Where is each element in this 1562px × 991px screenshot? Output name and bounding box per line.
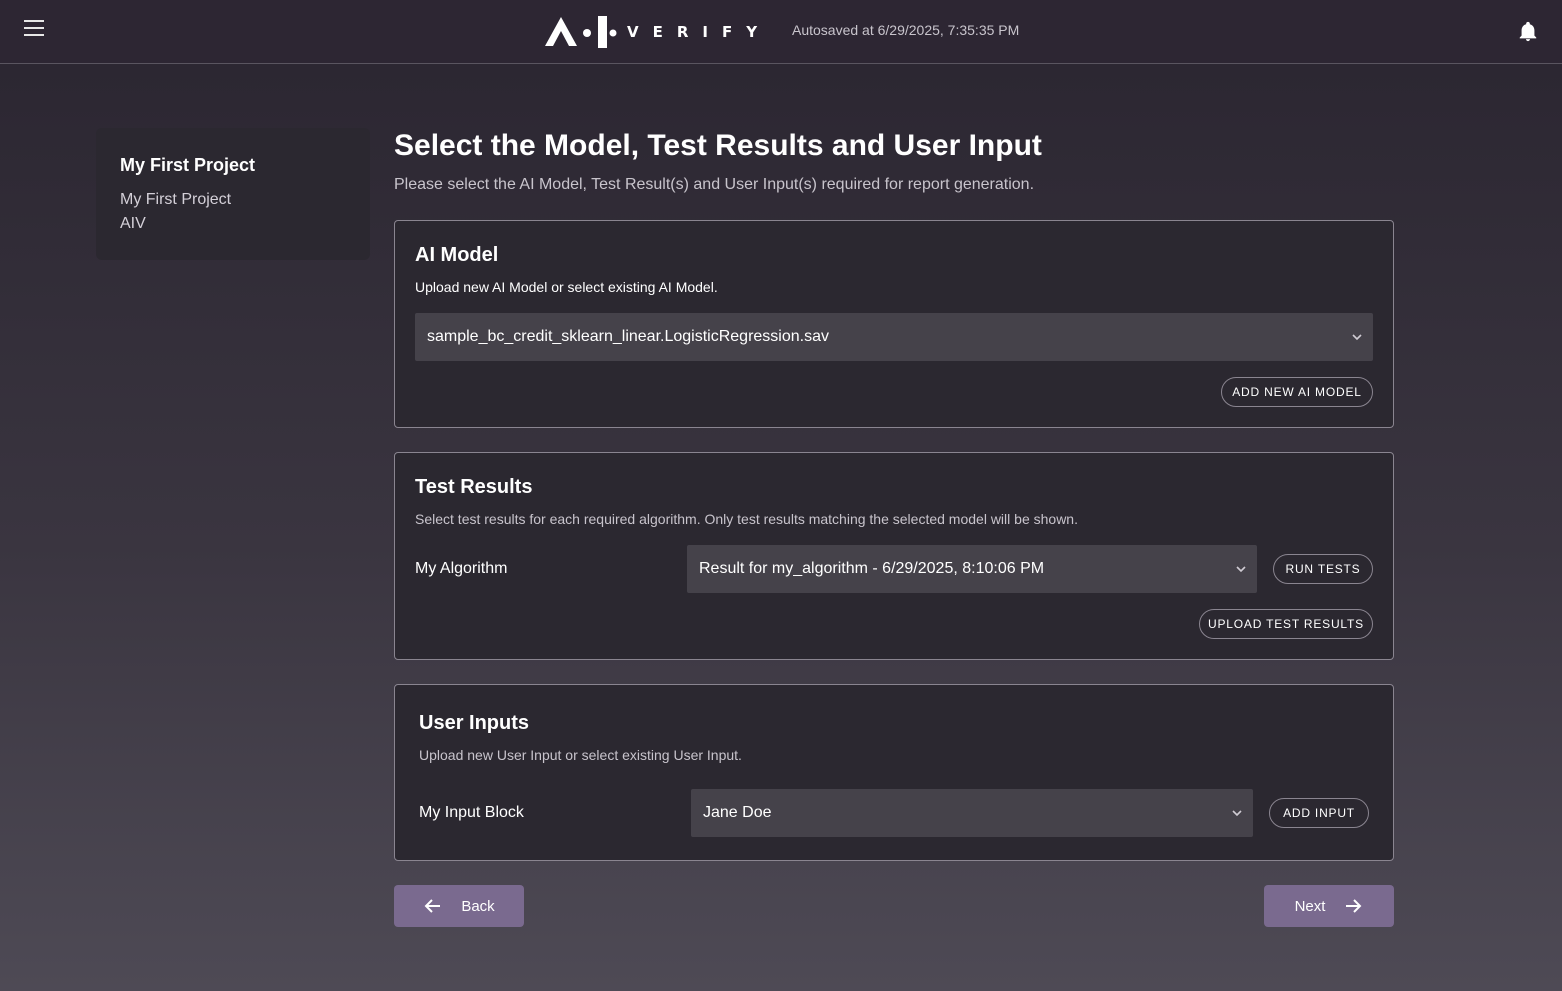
- user-input-select[interactable]: Jane Doe: [691, 789, 1253, 837]
- logo-mark-icon: [545, 16, 607, 48]
- logo-text: VERIFY: [627, 23, 772, 41]
- test-result-select-value: Result for my_algorithm - 6/29/2025, 8:1…: [699, 560, 1045, 577]
- page-title: Select the Model, Test Results and User …: [394, 129, 1042, 162]
- test-results-description: Select test results for each required al…: [415, 511, 1078, 527]
- ai-model-select[interactable]: sample_bc_credit_sklearn_linear.Logistic…: [415, 313, 1373, 361]
- menu-icon[interactable]: [24, 20, 44, 40]
- run-tests-button[interactable]: RUN TESTS: [1273, 554, 1373, 584]
- chevron-down-icon: [1236, 566, 1246, 573]
- ai-model-panel: AI Model Upload new AI Model or select e…: [394, 220, 1394, 428]
- ai-model-title: AI Model: [415, 244, 499, 266]
- test-results-panel: Test Results Select test results for eac…: [394, 452, 1394, 660]
- arrow-left-icon: [424, 899, 441, 913]
- app-logo: VERIFY: [543, 14, 771, 50]
- back-button[interactable]: Back: [394, 885, 524, 927]
- test-result-select[interactable]: Result for my_algorithm - 6/29/2025, 8:1…: [687, 545, 1257, 593]
- user-input-select-value: Jane Doe: [703, 804, 772, 821]
- project-title: My First Project: [120, 155, 256, 175]
- add-input-button[interactable]: ADD INPUT: [1269, 798, 1369, 828]
- ai-model-description: Upload new AI Model or select existing A…: [415, 279, 718, 295]
- project-card: My First Project My First Project AIV: [96, 128, 370, 260]
- project-subtitle: AIV: [120, 215, 146, 232]
- page-description: Please select the AI Model, Test Result(…: [394, 176, 1035, 193]
- arrow-right-icon: [1346, 899, 1362, 913]
- add-new-ai-model-button[interactable]: ADD NEW AI MODEL: [1221, 377, 1373, 407]
- logo-dot-icon: [609, 29, 617, 37]
- project-name: My First Project: [120, 191, 232, 208]
- test-results-title: Test Results: [415, 476, 533, 498]
- user-inputs-description: Upload new User Input or select existing…: [419, 747, 742, 763]
- top-bar: VERIFY Autosaved at 6/29/2025, 7:35:35 P…: [0, 0, 1562, 64]
- upload-test-results-button[interactable]: UPLOAD TEST RESULTS: [1199, 609, 1373, 639]
- chevron-down-icon: [1352, 334, 1362, 341]
- next-button[interactable]: Next: [1264, 885, 1394, 927]
- notification-bell-icon[interactable]: [1517, 20, 1539, 44]
- user-inputs-panel: User Inputs Upload new User Input or sel…: [394, 684, 1394, 861]
- algorithm-label: My Algorithm: [415, 560, 508, 577]
- input-block-label: My Input Block: [419, 804, 524, 821]
- autosave-status: Autosaved at 6/29/2025, 7:35:35 PM: [792, 22, 1020, 38]
- back-button-label: Back: [461, 897, 495, 915]
- chevron-down-icon: [1232, 810, 1242, 817]
- ai-model-select-value: sample_bc_credit_sklearn_linear.Logistic…: [427, 328, 829, 345]
- next-button-label: Next: [1294, 897, 1326, 915]
- user-inputs-title: User Inputs: [419, 712, 530, 734]
